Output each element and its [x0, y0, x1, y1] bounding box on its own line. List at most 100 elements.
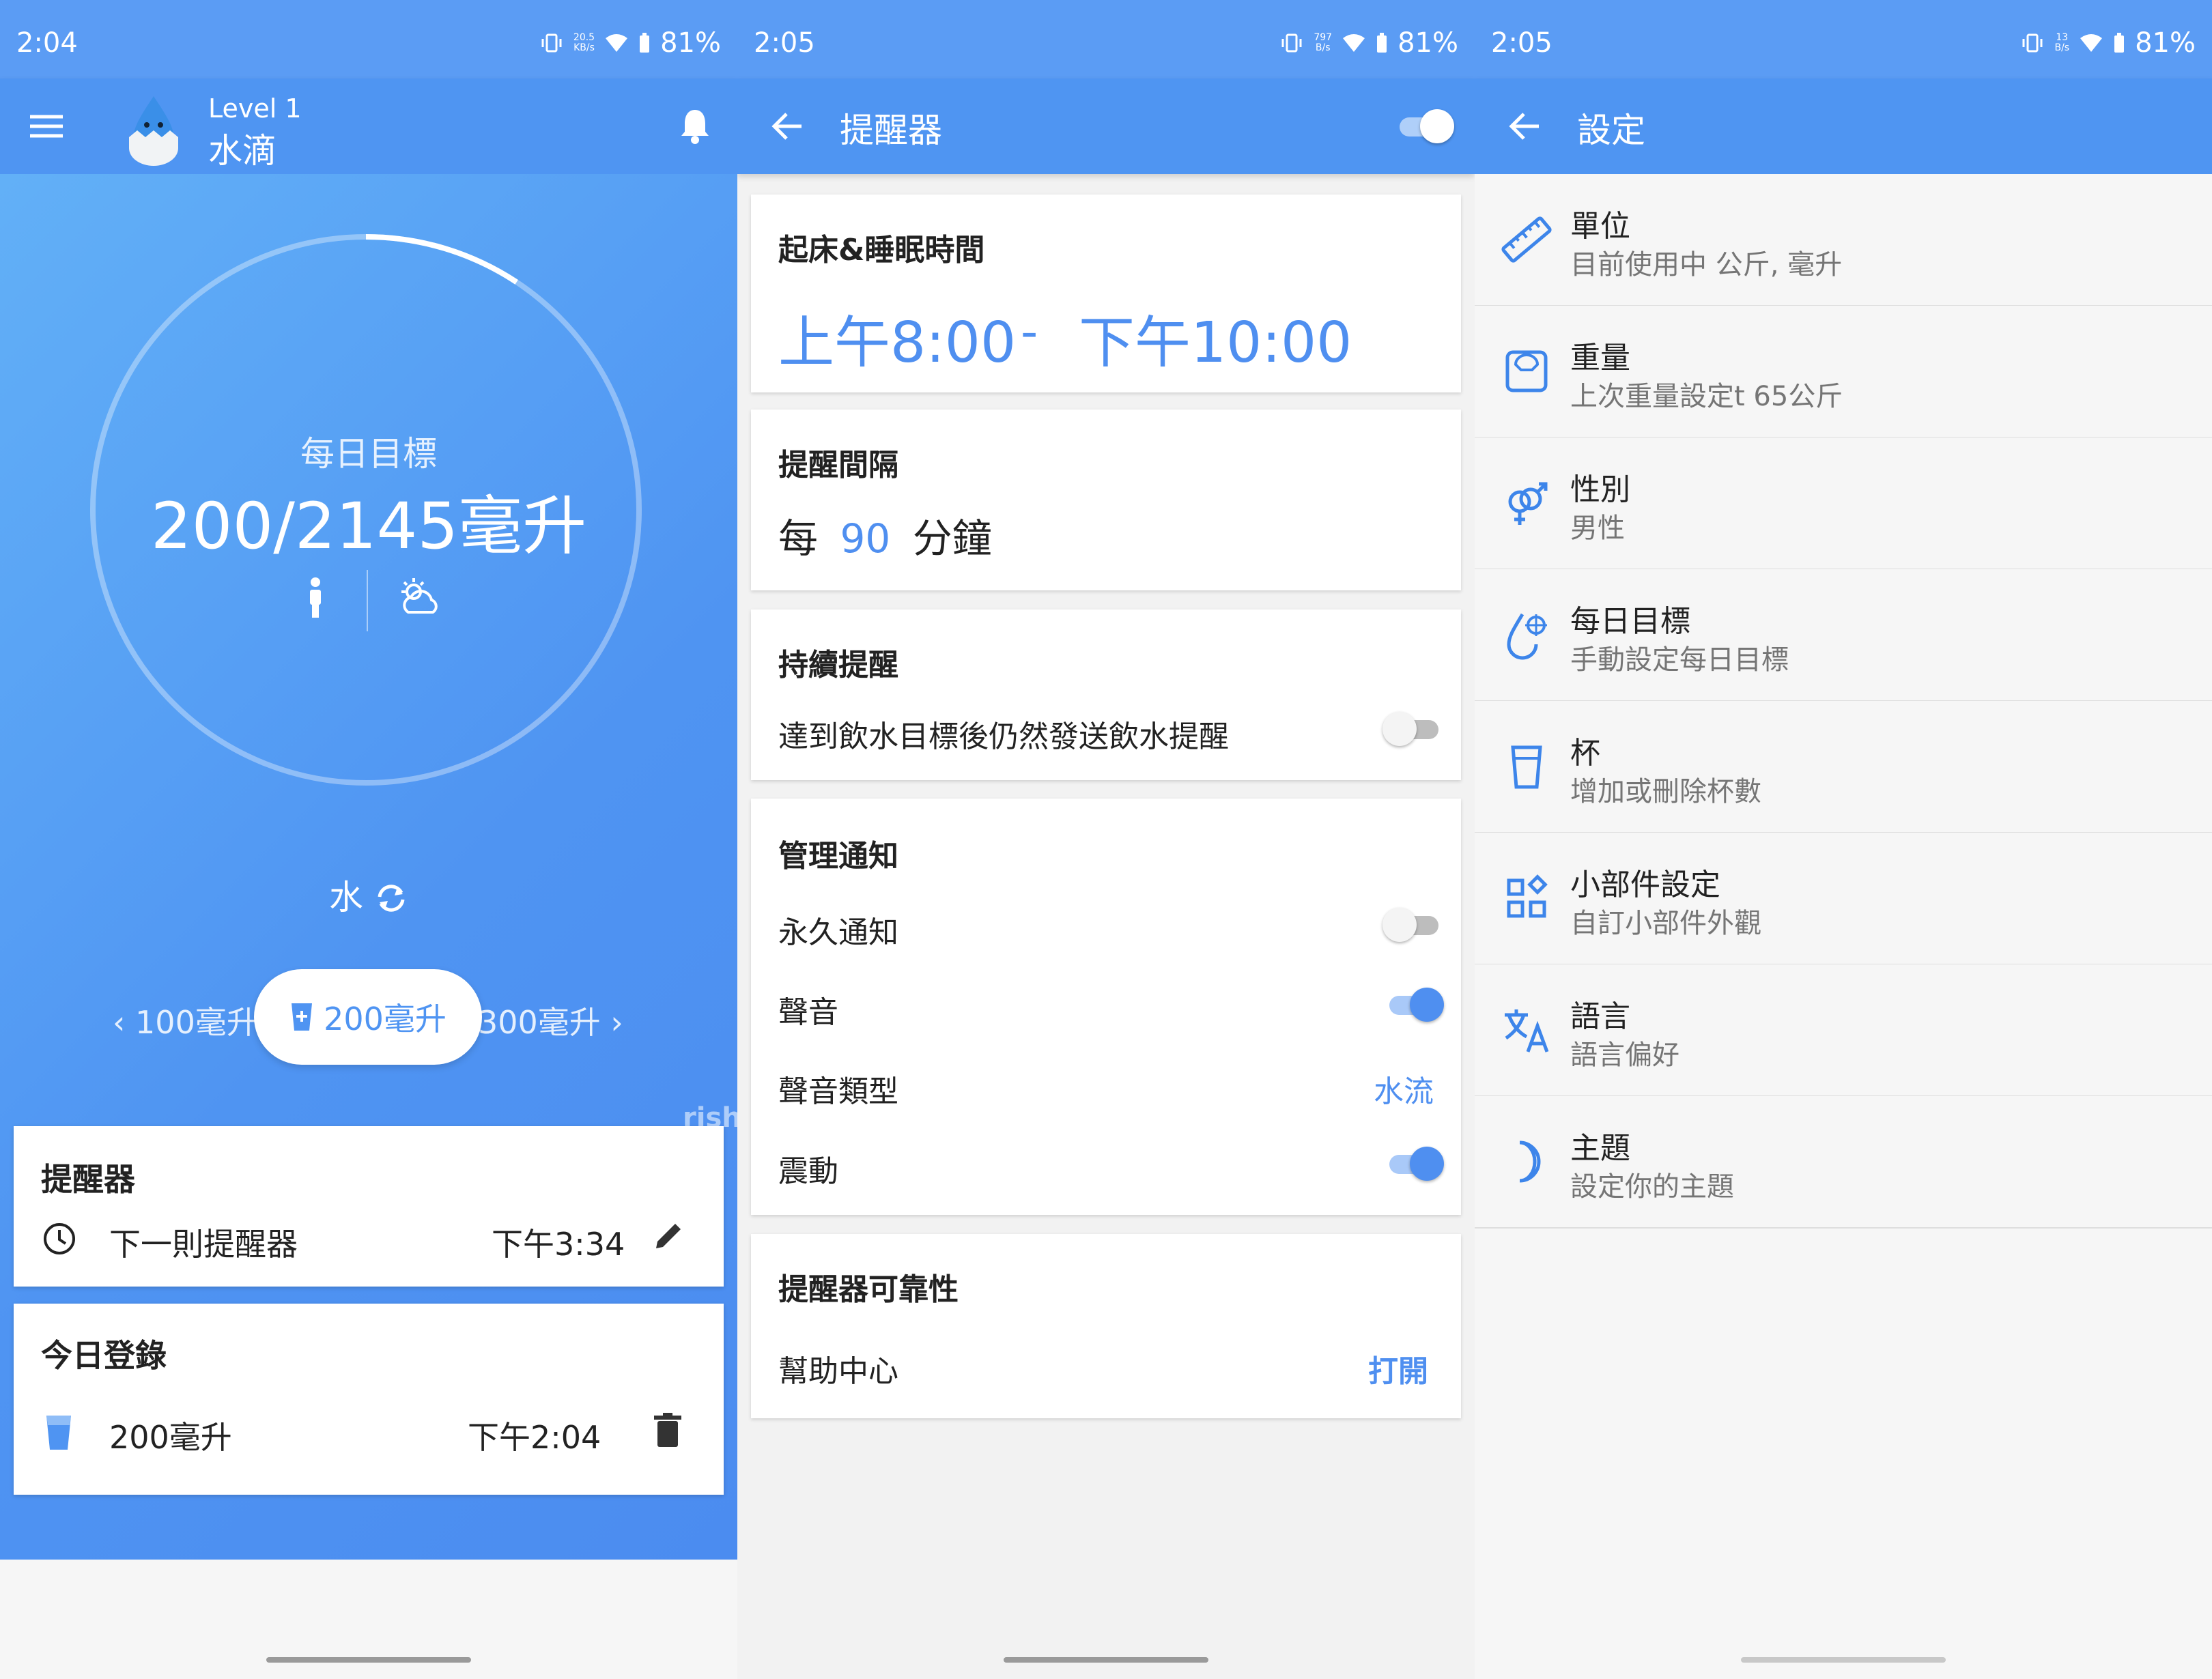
wake-time[interactable]: 上午8:00 — [778, 297, 1016, 378]
status-time: 2:05 — [754, 27, 815, 59]
target-drop-icon — [1507, 613, 1547, 660]
translate-icon — [1505, 1009, 1549, 1052]
add-cup-button[interactable]: 200毫升 — [254, 969, 482, 1065]
back-arrow-icon[interactable] — [767, 106, 808, 147]
status-bar: 2:05 797 B/s 81% — [737, 0, 1475, 78]
card-title: 持續提醒 — [778, 648, 898, 683]
vibrate-icon — [1281, 33, 1302, 53]
sound-toggle[interactable] — [1382, 988, 1444, 1022]
interval-suffix: 分鐘 — [912, 515, 992, 562]
level-label: Level 1 — [208, 94, 302, 124]
person-icon[interactable] — [306, 577, 325, 618]
reminder-screen: 2:05 797 B/s 81% 提醒器 起床&睡眠時間 上午8:00 - 下午1… — [737, 0, 1475, 1679]
nav-gesture-bar[interactable] — [266, 1657, 471, 1663]
wifi-icon — [1343, 34, 1365, 52]
reminder-card: 提醒器 下一則提醒器 下午3:34 — [14, 1126, 724, 1287]
continuous-reminder-card: 持續提醒 達到飲水目標後仍然發送飲水提醒 — [751, 609, 1461, 780]
settings-item-weight[interactable]: 重量 上次重量設定t 65公斤 — [1475, 306, 2212, 438]
page-title: 提醒器 — [840, 111, 942, 150]
net-unit: B/s — [2054, 42, 2070, 53]
app-bar: Level 1 水滴 — [0, 78, 737, 174]
time-separator: - — [1021, 304, 1038, 360]
status-bar: 2:05 13 B/s 81% — [1475, 0, 2212, 78]
battery-icon — [640, 33, 650, 53]
bell-icon[interactable] — [679, 107, 711, 145]
card-title: 今日登錄 — [41, 1337, 167, 1374]
vibrate-icon — [541, 33, 562, 53]
persistent-toggle[interactable] — [1382, 908, 1444, 942]
sound-type-value[interactable]: 水流 — [1374, 1067, 1434, 1110]
battery-icon — [2114, 33, 2125, 53]
log-time: 下午2:04 — [468, 1419, 601, 1456]
ruler-icon — [1501, 216, 1552, 263]
next-reminder-time: 下午3:34 — [492, 1226, 625, 1263]
settings-item-daily-goal[interactable]: 每日目標 手動設定每日目標 — [1475, 569, 2212, 702]
reliability-card: 提醒器可靠性 幫助中心 打開 — [751, 1234, 1461, 1418]
cup-icon — [46, 1416, 71, 1450]
drink-type[interactable]: 水 — [0, 870, 737, 919]
vibrate-icon — [2022, 33, 2043, 53]
settings-item-unit[interactable]: 單位 目前使用中 公斤, 毫升 — [1475, 174, 2212, 306]
weather-icon[interactable] — [396, 577, 444, 618]
nav-gesture-bar[interactable] — [1004, 1657, 1208, 1663]
settings-screen: 2:05 13 B/s 81% 設定 單位 目前使用中 公斤, 毫升 重量 上次重… — [1475, 0, 2212, 1679]
goal-value: 200/2145毫升 — [150, 489, 587, 564]
app-bar: 提醒器 — [737, 78, 1475, 174]
prev-cup[interactable]: ‹ 100毫升 — [113, 998, 258, 1043]
status-bar: 2:04 20.5 KB/s 81% — [0, 0, 737, 78]
vibrate-toggle[interactable] — [1382, 1147, 1444, 1181]
log-amount: 200毫升 — [109, 1419, 232, 1456]
settings-item-widgets[interactable]: 小部件設定 自訂小部件外觀 — [1475, 833, 2212, 965]
app-bar: 設定 — [1475, 78, 2212, 174]
delete-icon[interactable] — [654, 1413, 681, 1448]
sleep-time[interactable]: 下午10:00 — [1079, 297, 1352, 378]
goal-label: 每日目標 — [300, 434, 437, 474]
switch-drink-icon[interactable] — [374, 883, 408, 913]
vibrate-label: 震動 — [778, 1154, 838, 1189]
cup-icon — [1511, 745, 1542, 789]
chevron-left-icon[interactable]: ‹ — [113, 1004, 135, 1041]
home-screen: 2:04 20.5 KB/s 81% Level 1 水滴 每日目標 200/21… — [0, 0, 737, 1679]
card-title: 起床&睡眠時間 — [778, 233, 985, 268]
notification-card: 管理通知 永久通知 聲音 聲音類型 水流 震動 — [751, 799, 1461, 1215]
widgets-icon — [1507, 874, 1548, 918]
reminder-master-toggle[interactable] — [1393, 109, 1454, 143]
chevron-right-icon[interactable]: › — [601, 1004, 623, 1041]
card-title: 管理通知 — [778, 839, 898, 874]
moon-icon — [1519, 1140, 1541, 1183]
wake-sleep-card: 起床&睡眠時間 上午8:00 - 下午10:00 — [751, 195, 1461, 392]
continuous-label: 達到飲水目標後仍然發送飲水提醒 — [778, 719, 1229, 754]
hero-panel: 每日目標 200/2145毫升 水 ‹ 100毫升 300毫升 › 200毫升 … — [0, 174, 737, 1560]
nav-gesture-bar[interactable] — [1741, 1657, 1946, 1663]
interval-value[interactable]: 90 — [840, 515, 890, 562]
settings-item-gender[interactable]: 性別 男性 — [1475, 437, 2212, 570]
mascot-drop-icon — [129, 96, 178, 166]
status-time: 2:04 — [16, 27, 78, 59]
net-speed: 20.5 — [573, 32, 595, 43]
menu-icon[interactable] — [27, 113, 66, 140]
settings-item-theme[interactable]: 主題 設定你的主題 — [1475, 1096, 2212, 1229]
sound-label: 聲音 — [778, 995, 838, 1030]
next-cup[interactable]: 300毫升 › — [478, 998, 623, 1043]
battery-icon — [1377, 33, 1387, 53]
edit-icon[interactable] — [652, 1218, 686, 1252]
divider — [367, 570, 368, 631]
sound-type-label: 聲音類型 — [778, 1074, 898, 1109]
battery-percent: 81% — [2135, 27, 2196, 59]
mascot-name: 水滴 — [208, 131, 276, 171]
battery-percent: 81% — [1398, 27, 1458, 59]
net-speed: 797 — [1314, 32, 1333, 43]
wifi-icon — [606, 34, 628, 52]
settings-item-cups[interactable]: 杯 增加或刪除杯數 — [1475, 701, 2212, 833]
help-center-label: 幫助中心 — [778, 1354, 898, 1389]
card-title: 提醒間隔 — [778, 448, 898, 483]
back-arrow-icon[interactable] — [1505, 106, 1546, 147]
wifi-icon — [2080, 34, 2103, 52]
continuous-toggle[interactable] — [1382, 712, 1444, 746]
page-title: 設定 — [1577, 111, 1645, 150]
open-help-button[interactable]: 打開 — [1368, 1347, 1428, 1390]
settings-item-language[interactable]: 語言 語言偏好 — [1475, 964, 2212, 1097]
interval-card: 提醒間隔 每 90 分鐘 — [751, 410, 1461, 590]
scale-icon — [1505, 350, 1548, 392]
card-title: 提醒器 — [41, 1161, 135, 1198]
